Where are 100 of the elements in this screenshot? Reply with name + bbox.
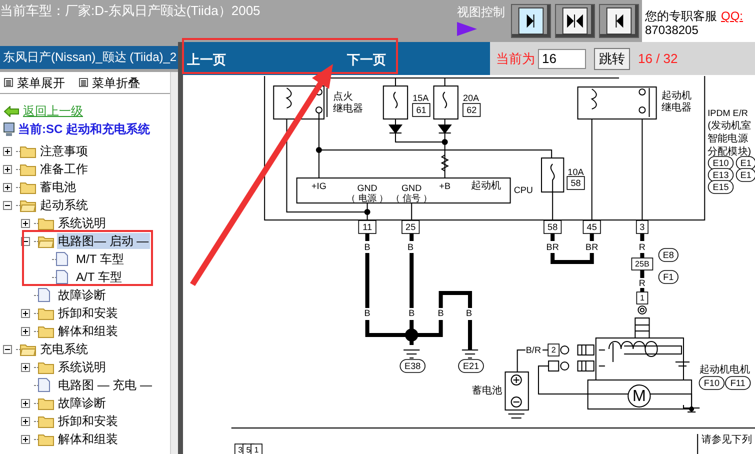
vehicle-title: 当前车型：厂家:D-东风日产颐达(Tiida）2005 <box>0 3 260 19</box>
diagram-label: R <box>638 278 646 288</box>
diagram-label: GND <box>357 183 378 193</box>
tree-item[interactable]: 拆卸和安装 <box>57 305 119 321</box>
view-control-label: 视图控制 <box>457 5 505 19</box>
tree-item[interactable]: 解体和组装 <box>57 323 119 339</box>
diagram-label: 请参见下列 <box>702 434 752 446</box>
tree-item[interactable]: 故障诊断 <box>57 395 107 411</box>
list-icon <box>4 78 13 87</box>
connector-label: 58 <box>544 220 562 234</box>
expand-all-button[interactable]: 菜单展开 <box>4 74 65 92</box>
connector-label: E15 <box>708 180 734 194</box>
connector-label: 45 <box>582 220 601 234</box>
connector-label: F1 <box>658 270 678 284</box>
diagram-label: 20A <box>462 93 480 103</box>
page-count: 16 / 32 <box>638 50 678 68</box>
diagram-label: 起动机 <box>661 90 692 102</box>
connector-label: E13 <box>708 168 734 182</box>
diagram-label: BR <box>546 242 559 252</box>
service-label: 您的专职客服 <box>645 9 717 23</box>
previous-page-link[interactable]: 上一页 <box>187 50 226 70</box>
expand-icon[interactable] <box>3 182 12 192</box>
next-page-link[interactable]: 下一页 <box>347 50 386 70</box>
current-section: 当前:SC 起动和充电系统 <box>18 120 150 138</box>
folder-icon <box>38 432 54 446</box>
view-toggle-button[interactable] <box>555 4 595 38</box>
expand-icon[interactable] <box>3 146 12 156</box>
folder-icon <box>38 414 54 428</box>
diagram-label: IPDM E/R <box>708 108 748 118</box>
page-number-field[interactable]: 16 <box>538 48 586 68</box>
tree-item[interactable]: 电路图— 启动 — <box>57 233 150 249</box>
tree-item[interactable]: 准备工作 <box>39 161 89 177</box>
folder-icon <box>38 324 54 338</box>
diagram-label: 蓄电池 <box>472 386 502 396</box>
open-folder-icon <box>38 234 54 248</box>
diagram-label: GND <box>402 183 422 193</box>
jump-button[interactable]: 跳转 <box>594 48 630 70</box>
connector-label: E8 <box>658 248 678 262</box>
diode-symbol <box>438 124 452 134</box>
back-link[interactable]: 返回上一级 <box>23 102 83 120</box>
tree-item[interactable]: 电路图 — 充电 — <box>57 377 154 393</box>
diagram-label: R <box>638 242 646 252</box>
connector-label: 61 <box>412 103 430 117</box>
sidebar-title: 东风日产(Nissan)_颐达 (Tiida)_2 <box>0 46 178 69</box>
diagram-label: B/R <box>526 345 541 355</box>
connector-label: F11 <box>725 376 751 390</box>
folder-icon <box>38 216 54 230</box>
tree-item[interactable]: 拆卸和安装 <box>57 413 119 429</box>
expand-icon[interactable] <box>3 164 12 174</box>
diagram-label: B <box>364 242 370 252</box>
tree-item[interactable]: 故障诊断 <box>57 287 107 303</box>
diagram-label: (发动机室 <box>708 120 752 132</box>
diagram-label: B <box>438 308 444 318</box>
diode-symbol <box>388 124 403 134</box>
expand-icon[interactable] <box>21 362 30 372</box>
expand-icon[interactable] <box>21 326 30 336</box>
view-toggle-button[interactable] <box>511 4 551 38</box>
tree-item[interactable]: 注意事项 <box>39 143 89 159</box>
diagram-label: B <box>466 308 472 318</box>
diagram-label: 10A <box>568 167 584 177</box>
tree-item[interactable]: A/T 车型 <box>75 269 123 285</box>
open-folder-icon <box>20 198 36 212</box>
phone-number: 87038205 <box>645 23 700 37</box>
tree-item[interactable]: 起动系统 <box>39 197 89 213</box>
expand-icon[interactable] <box>21 398 30 408</box>
tree-item[interactable]: 解体和组装 <box>57 431 119 447</box>
connector-label: 25 <box>402 220 420 234</box>
expand-icon[interactable] <box>21 434 30 444</box>
folder-icon <box>38 360 54 374</box>
diagram-label: 点火 <box>333 92 354 102</box>
diagram-label: BR <box>586 242 598 252</box>
diagram-label: 智能电源 <box>708 134 748 144</box>
connector-label: E10 <box>708 156 734 170</box>
connector-label: E1 <box>736 168 755 182</box>
expand-icon[interactable] <box>21 308 30 318</box>
tree-item[interactable]: 充电系统 <box>39 341 89 357</box>
tree-item[interactable]: 蓄电池 <box>39 179 77 195</box>
tree-item[interactable]: 系统说明 <box>57 359 107 375</box>
diagram-label: B <box>364 308 370 318</box>
tree-item[interactable]: M/T 车型 <box>75 251 125 267</box>
expand-icon[interactable] <box>21 218 30 228</box>
current-page-label: 当前为 <box>496 50 535 68</box>
document-icon <box>38 288 50 302</box>
diagram-label: B <box>408 242 414 252</box>
diagram-label: 15A <box>412 93 429 103</box>
connector-label: 11 <box>358 220 376 234</box>
qq-link[interactable]: QQ: <box>721 9 744 23</box>
diagram-label: 分配模块) <box>708 146 752 158</box>
collapse-icon[interactable] <box>3 344 12 354</box>
collapse-all-button[interactable]: 菜单折叠 <box>79 74 140 92</box>
triangle-icon <box>457 22 477 36</box>
diagram-label: （ 信号 ） <box>391 193 432 203</box>
diagram-label: +IG <box>312 181 326 191</box>
connector-label: 3 <box>636 220 648 234</box>
view-toggle-button[interactable] <box>599 4 639 38</box>
diagram-label: 起动机 <box>471 180 502 192</box>
collapse-icon[interactable] <box>3 200 12 210</box>
tree-item[interactable]: 系统说明 <box>57 215 107 231</box>
expand-icon[interactable] <box>21 416 30 426</box>
scrollbar[interactable] <box>170 72 178 454</box>
